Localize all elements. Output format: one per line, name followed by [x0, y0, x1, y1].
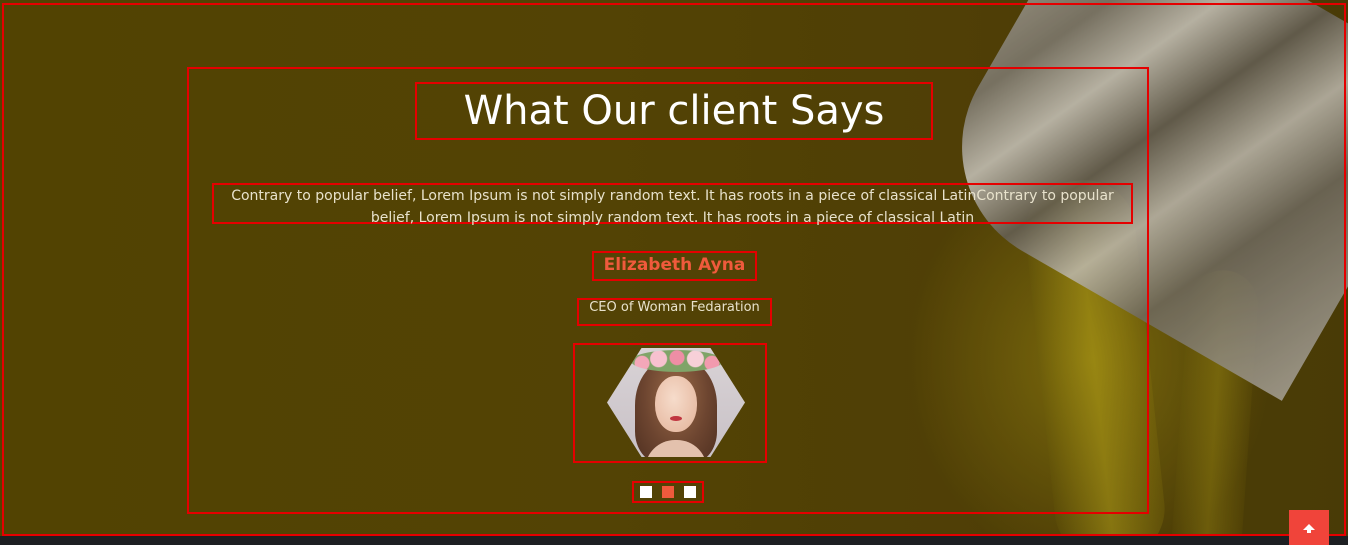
- avatar-lips: [670, 416, 682, 421]
- footer-strip: [0, 536, 1348, 545]
- client-avatar-frame: [573, 343, 767, 463]
- avatar-face: [655, 376, 697, 432]
- testimonial-section: What Our client Says Contrary to popular…: [0, 0, 1348, 536]
- back-to-top-button[interactable]: [1289, 510, 1329, 545]
- client-name: Elizabeth Ayna: [592, 251, 757, 281]
- slider-pagination: [632, 481, 704, 503]
- arrow-up-icon: [1303, 524, 1315, 533]
- slider-dot-2-active[interactable]: [662, 486, 674, 498]
- client-role: CEO of Woman Fedaration: [577, 298, 772, 326]
- slider-dot-1[interactable]: [640, 486, 652, 498]
- avatar-flower-crown: [631, 350, 723, 372]
- slider-dot-3[interactable]: [684, 486, 696, 498]
- section-heading: What Our client Says: [415, 82, 933, 140]
- testimonial-quote: Contrary to popular belief, Lorem Ipsum …: [212, 183, 1133, 226]
- client-avatar: [607, 348, 745, 457]
